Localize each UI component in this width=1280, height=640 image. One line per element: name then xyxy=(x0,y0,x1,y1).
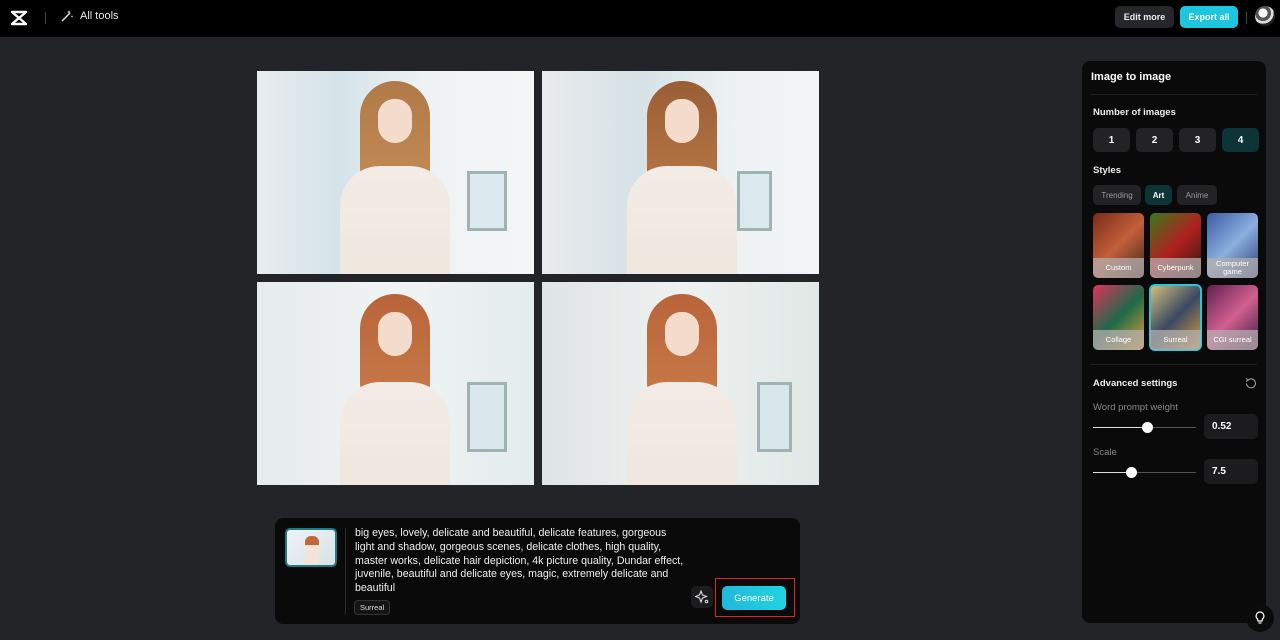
edit-more-button[interactable]: Edit more xyxy=(1115,6,1174,28)
slider-fill xyxy=(1093,427,1147,428)
panel-title: Image to image xyxy=(1091,71,1172,83)
prompt-box: big eyes, lovely, delicate and beautiful… xyxy=(275,518,800,624)
style-card-label: CGI surreal xyxy=(1207,330,1258,350)
style-card-collage[interactable]: Collage xyxy=(1093,285,1144,350)
all-tools-button[interactable]: All tools xyxy=(60,9,119,23)
generated-image-3[interactable] xyxy=(257,282,534,485)
divider xyxy=(1091,94,1257,95)
scale-slider[interactable] xyxy=(1093,467,1196,478)
top-bar: All tools Edit more Export all xyxy=(0,0,1280,37)
advanced-settings-label: Advanced settings xyxy=(1093,378,1178,389)
number-option-1[interactable]: 1 xyxy=(1093,128,1130,152)
all-tools-label: All tools xyxy=(80,10,119,22)
tab-art[interactable]: Art xyxy=(1145,185,1172,205)
tips-button[interactable] xyxy=(1246,604,1274,632)
settings-panel: Image to image Number of images 1 2 3 4 … xyxy=(1082,61,1266,623)
reset-icon[interactable] xyxy=(1245,377,1257,389)
style-card-custom[interactable]: Custom xyxy=(1093,213,1144,278)
generated-image-1[interactable] xyxy=(257,71,534,274)
slider-handle[interactable] xyxy=(1141,422,1153,433)
export-all-button[interactable]: Export all xyxy=(1180,6,1238,28)
style-card-cgi-surreal[interactable]: CGI surreal xyxy=(1207,285,1258,350)
style-card-label: Collage xyxy=(1093,330,1144,350)
slider-handle[interactable] xyxy=(1126,467,1138,478)
scale-label: Scale xyxy=(1093,447,1117,458)
divider xyxy=(1246,12,1247,24)
number-option-3[interactable]: 3 xyxy=(1179,128,1216,152)
divider xyxy=(45,12,46,24)
style-card-label: Custom xyxy=(1093,258,1144,278)
magic-wand-icon xyxy=(61,10,74,22)
lightbulb-icon xyxy=(1255,611,1265,624)
number-option-2[interactable]: 2 xyxy=(1136,128,1173,152)
word-prompt-weight-input[interactable]: 0.52 xyxy=(1204,414,1258,439)
word-prompt-weight-slider[interactable] xyxy=(1093,422,1196,433)
style-card-label: Surreal xyxy=(1150,330,1201,350)
tab-anime[interactable]: Anime xyxy=(1177,185,1217,205)
divider xyxy=(1091,364,1257,365)
number-of-images-label: Number of images xyxy=(1093,107,1176,118)
avatar[interactable] xyxy=(1255,6,1275,26)
style-card-cyberpunk[interactable]: Cyberpunk xyxy=(1150,213,1201,278)
sparkle-icon xyxy=(695,590,709,604)
prompt-input[interactable]: big eyes, lovely, delicate and beautiful… xyxy=(355,527,685,596)
word-prompt-weight-label: Word prompt weight xyxy=(1093,402,1178,413)
style-card-label: Cyberpunk xyxy=(1150,258,1201,278)
generated-image-2[interactable] xyxy=(542,71,819,274)
generated-image-4[interactable] xyxy=(542,282,819,485)
reference-image-thumbnail[interactable] xyxy=(285,528,337,567)
scale-input[interactable]: 7.5 xyxy=(1204,459,1258,484)
capcut-logo-icon[interactable] xyxy=(10,9,28,27)
style-tag: Surreal xyxy=(354,600,391,615)
number-option-4[interactable]: 4 xyxy=(1222,128,1259,152)
styles-label: Styles xyxy=(1093,165,1121,176)
tab-trending[interactable]: Trending xyxy=(1093,185,1141,205)
style-card-label: Computer game xyxy=(1207,258,1258,278)
style-card-computer-game[interactable]: Computer game xyxy=(1207,213,1258,278)
divider xyxy=(345,528,346,614)
magic-prompt-button[interactable] xyxy=(691,586,713,608)
style-card-surreal[interactable]: Surreal xyxy=(1149,284,1202,351)
generate-button[interactable]: Generate xyxy=(722,586,786,610)
